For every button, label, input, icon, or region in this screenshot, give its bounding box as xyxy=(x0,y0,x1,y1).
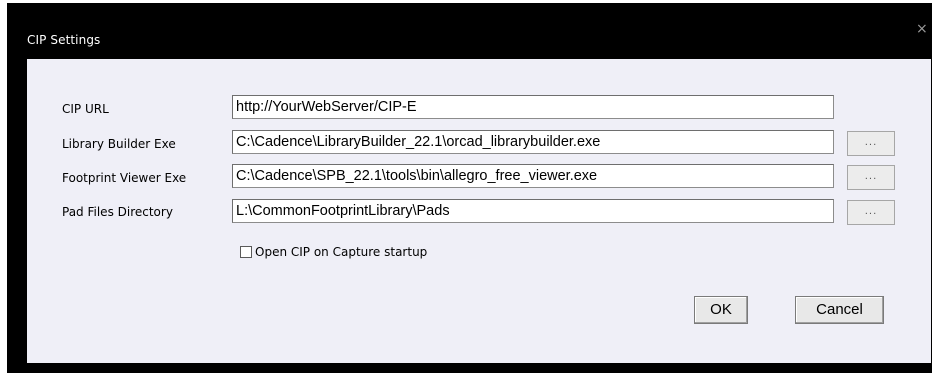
close-icon[interactable]: × xyxy=(916,22,928,36)
cip-url-input[interactable]: http://YourWebServer/CIP-E xyxy=(232,95,834,119)
footprint-viewer-exe-input[interactable]: C:\Cadence\SPB_22.1\tools\bin\allegro_fr… xyxy=(232,164,834,188)
open-cip-on-startup-checkbox[interactable] xyxy=(240,246,252,258)
pad-files-browse-button[interactable]: ... xyxy=(847,200,895,225)
pad-files-directory-input[interactable]: L:\CommonFootprintLibrary\Pads xyxy=(232,199,834,223)
dialog-content: CIP URL http://YourWebServer/CIP-E Libra… xyxy=(27,59,931,363)
cancel-button[interactable]: Cancel xyxy=(795,296,884,324)
footprint-viewer-browse-button[interactable]: ... xyxy=(847,165,895,190)
cip-url-label: CIP URL xyxy=(62,102,109,116)
library-builder-exe-input[interactable]: C:\Cadence\LibraryBuilder_22.1\orcad_lib… xyxy=(232,130,834,154)
cip-settings-dialog: CIP Settings × CIP URL http://YourWebSer… xyxy=(7,3,932,373)
pad-files-directory-label: Pad Files Directory xyxy=(62,205,173,219)
library-builder-browse-button[interactable]: ... xyxy=(847,131,895,156)
open-cip-on-startup-label: Open CIP on Capture startup xyxy=(255,245,428,259)
library-builder-exe-label: Library Builder Exe xyxy=(62,137,176,151)
dialog-title: CIP Settings xyxy=(27,33,101,47)
footprint-viewer-exe-label: Footprint Viewer Exe xyxy=(62,171,187,185)
ok-button[interactable]: OK xyxy=(694,296,748,324)
open-cip-on-startup-option[interactable]: Open CIP on Capture startup xyxy=(240,245,427,259)
